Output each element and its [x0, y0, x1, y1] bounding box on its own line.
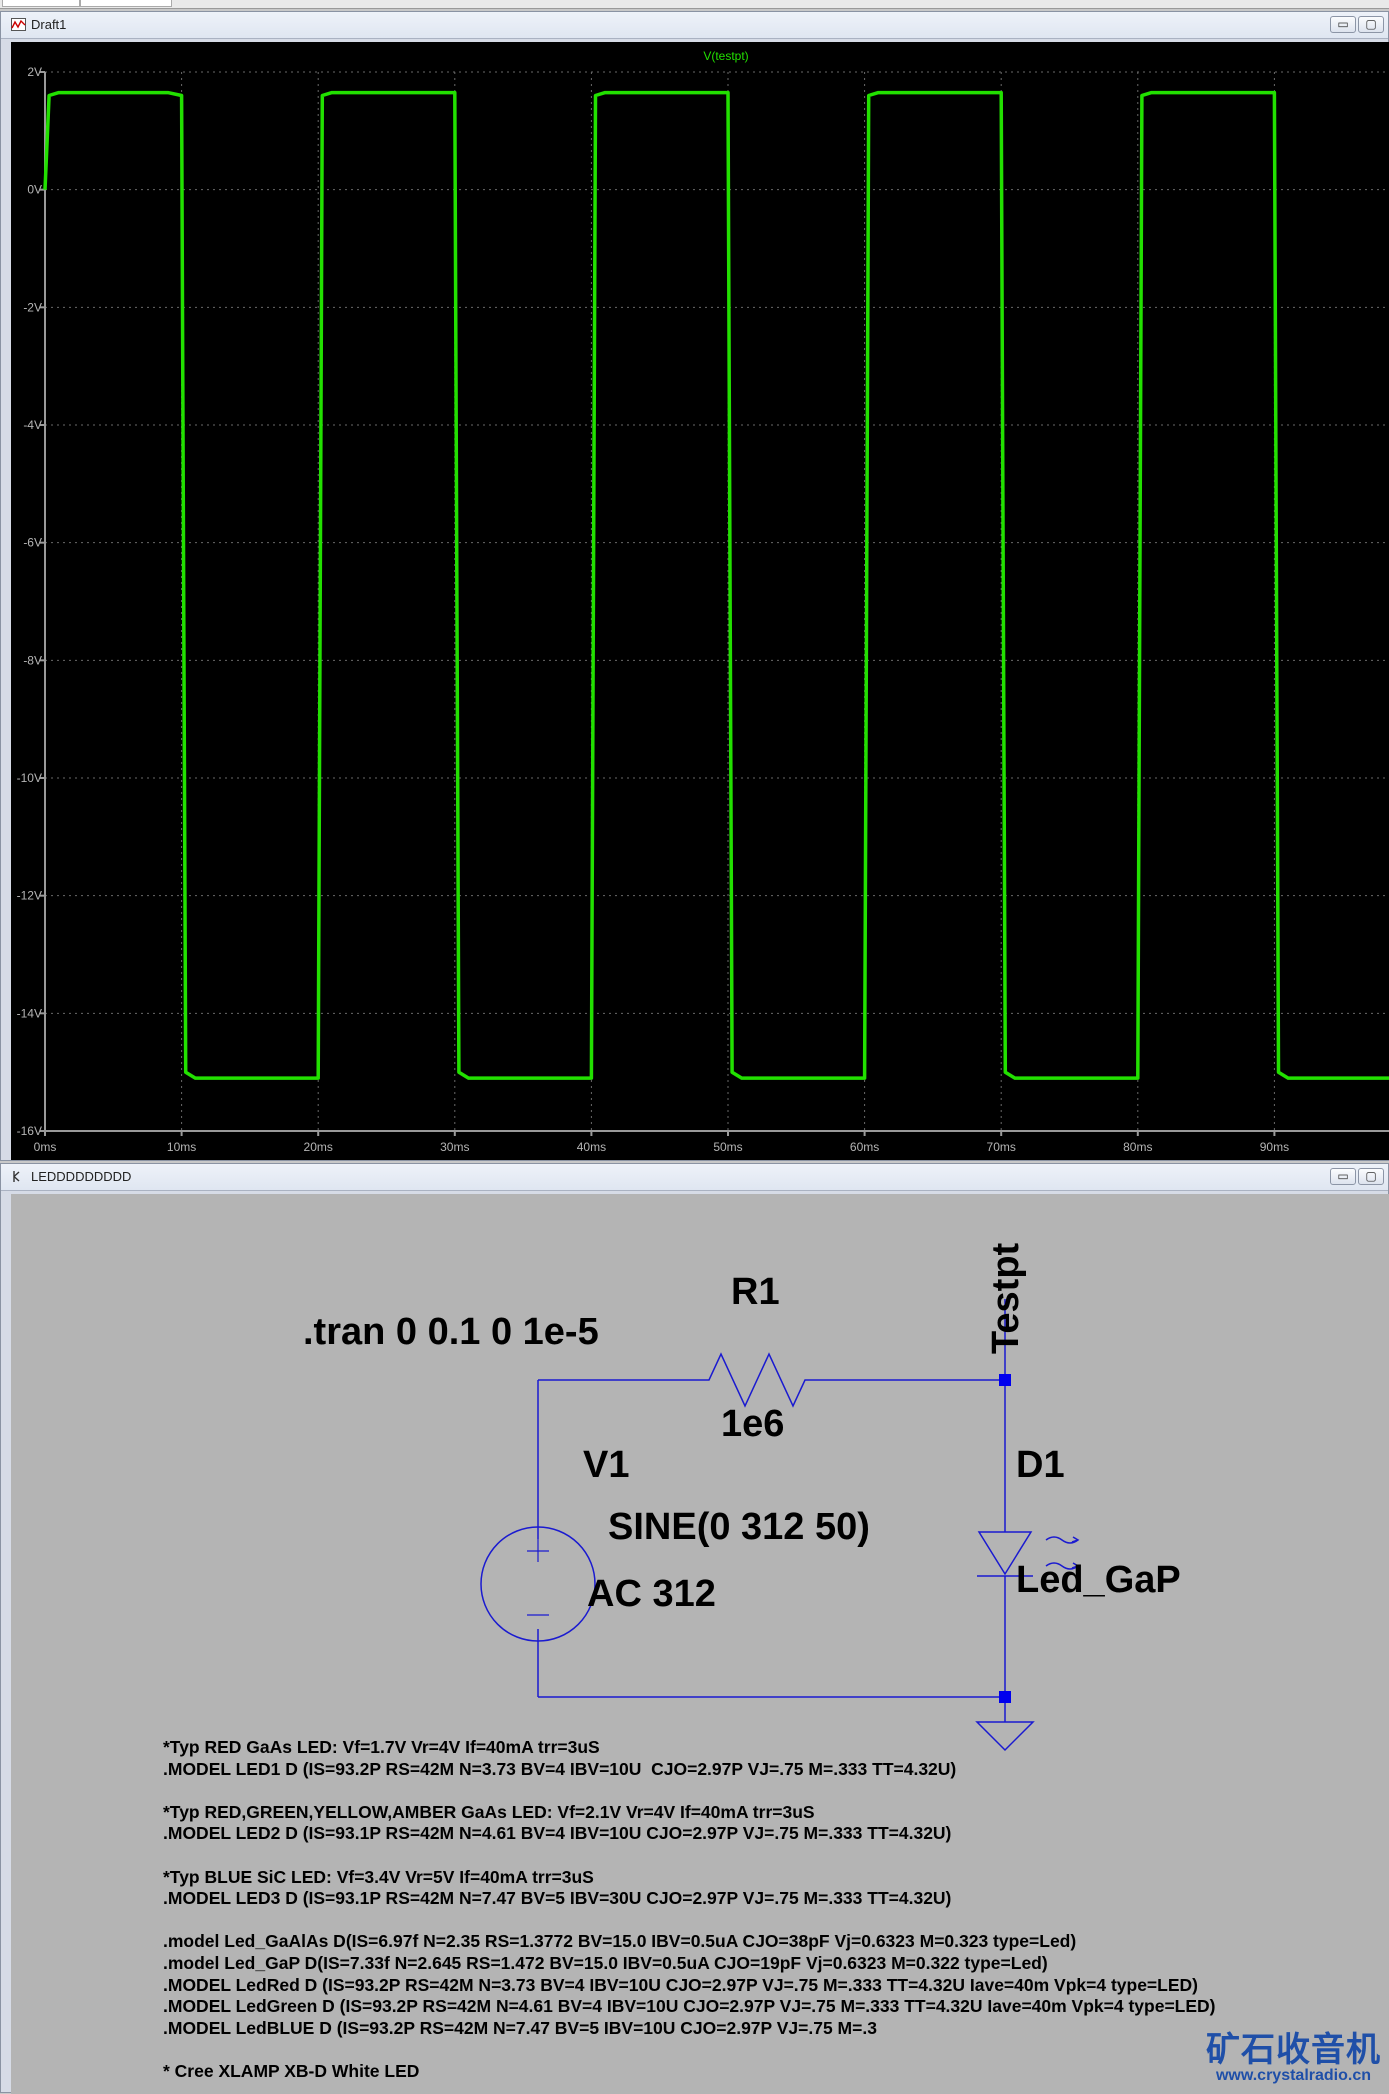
- y-tick-label: -12V: [17, 889, 42, 903]
- y-tick-label: -4V: [23, 418, 42, 432]
- v1-value-label[interactable]: SINE(0 312 50): [608, 1506, 870, 1548]
- spice-text-line: [163, 1780, 1216, 1802]
- spice-text-line: .MODEL LedRed D (IS=93.2P RS=42M N=3.73 …: [163, 1974, 1198, 1995]
- r1-name-label[interactable]: R1: [731, 1271, 780, 1313]
- spice-text-line: *Typ RED GaAs LED: Vf=1.7V Vr=4V If=40mA…: [163, 1737, 600, 1757]
- mdi-tab[interactable]: [80, 0, 172, 7]
- x-tick-label: 50ms: [713, 1140, 742, 1154]
- watermark-logo-text: 矿石收音机: [1206, 2031, 1381, 2069]
- net-node-ground[interactable]: [999, 1691, 1011, 1703]
- schematic-app-icon: [13, 1171, 20, 1182]
- y-tick-label: -8V: [23, 653, 42, 667]
- plot-background: [11, 42, 1389, 1160]
- x-tick-label: 0ms: [34, 1140, 57, 1154]
- top-tab-strip: [0, 0, 1389, 9]
- r1-value-label[interactable]: 1e6: [721, 1403, 784, 1445]
- y-tick-label: -2V: [23, 300, 42, 314]
- x-tick-label: 30ms: [440, 1140, 469, 1154]
- y-tick-label: -10V: [17, 771, 42, 785]
- x-tick-label: 80ms: [1123, 1140, 1152, 1154]
- spice-text-line: .MODEL LED3 D (IS=93.1P RS=42M N=7.47 BV…: [163, 1888, 952, 1909]
- x-tick-label: 60ms: [850, 1140, 879, 1154]
- x-tick-label: 20ms: [304, 1140, 333, 1154]
- waveform-plot[interactable]: 2V 0V -2V -4V -6V -8V -10V -12V -14V -16V 0ms 10ms…: [11, 42, 1389, 1160]
- d1-name-label[interactable]: D1: [1016, 1444, 1065, 1486]
- spice-text-line: .MODEL LED1 D (IS=93.2P RS=42M N=3.73 BV…: [163, 1758, 957, 1779]
- maximize-button[interactable]: ▢: [1358, 16, 1384, 33]
- spice-text-line: .MODEL LedGreen D (IS=93.2P RS=42M N=4.6…: [163, 1996, 1216, 2017]
- y-tick-label: -16V: [17, 1124, 42, 1138]
- schematic-window-title: LEDDDDDDDDD: [31, 1169, 132, 1184]
- maximize-button[interactable]: ▢: [1358, 1168, 1384, 1185]
- trace-label-testpt[interactable]: V(testpt): [703, 49, 748, 63]
- waveform-app-icon: [11, 18, 26, 31]
- waveform-window-title: Draft1: [31, 17, 67, 32]
- y-tick-label: 2V: [27, 65, 42, 79]
- site-watermark: 矿石收音机 www.crystalradio.cn: [1206, 2022, 1381, 2085]
- x-tick-label: 70ms: [987, 1140, 1016, 1154]
- x-tick-label: 90ms: [1260, 1140, 1289, 1154]
- spice-text-line: .MODEL LED2 D (IS=93.1P RS=42M N=4.61 BV…: [163, 1823, 952, 1844]
- waveform-window: Draft1 ▭ ▢ 2V 0V -2V -4V -6V -8V -10V -12V -14V -…: [0, 11, 1389, 1161]
- voltage-source-v1[interactable]: [480, 1526, 596, 1642]
- waveform-titlebar: Draft1 ▭ ▢: [1, 12, 1388, 39]
- spice-text-line: [163, 2039, 1216, 2061]
- d1-model-label[interactable]: Led_GaP: [1016, 1559, 1181, 1601]
- schematic-titlebar: LEDDDDDDDDD ▭ ▢: [1, 1164, 1388, 1191]
- spice-text-line: [163, 1910, 1216, 1932]
- tran-directive[interactable]: .tran 0 0.1 0 1e-5: [303, 1311, 599, 1353]
- spice-text-line: .MODEL LedBLUE D (IS=93.2P RS=42M N=7.47…: [163, 2017, 877, 2038]
- x-tick-label: 10ms: [167, 1140, 196, 1154]
- net-node-testpt[interactable]: [999, 1374, 1011, 1386]
- y-tick-label: -14V: [17, 1006, 42, 1020]
- x-tick-label: 40ms: [577, 1140, 606, 1154]
- watermark-url: www.crystalradio.cn: [1215, 2067, 1371, 2084]
- v1-ac-label[interactable]: AC 312: [587, 1573, 716, 1615]
- spice-model-text[interactable]: *Typ RED GaAs LED: Vf=1.7V Vr=4V If=40mA…: [163, 1737, 1216, 2083]
- spice-text-line: .model Led_GaP D(IS=7.33f N=2.645 RS=1.4…: [163, 1952, 1048, 1973]
- spice-text-line: * Cree XLAMP XB-D White LED: [163, 2060, 420, 2081]
- net-label-testpt[interactable]: Testpt: [985, 1242, 1027, 1354]
- spice-text-line: *Typ BLUE SiC LED: Vf=3.4V Vr=5V If=40mA…: [163, 1866, 594, 1887]
- spice-text-line: *Typ RED,GREEN,YELLOW,AMBER GaAs LED: Vf…: [163, 1801, 815, 1822]
- y-tick-label: -6V: [23, 536, 42, 550]
- minimize-button[interactable]: ▭: [1330, 1168, 1356, 1185]
- spice-text-line: .model Led_GaAlAs D(IS=6.97f N=2.35 RS=1…: [163, 1931, 1077, 1952]
- spice-text-line: [163, 1845, 1216, 1867]
- y-tick-label: 0V: [27, 183, 42, 197]
- minimize-button[interactable]: ▭: [1330, 16, 1356, 33]
- v1-name-label[interactable]: V1: [583, 1444, 629, 1486]
- mdi-tab[interactable]: [2, 0, 80, 7]
- resistor-r1[interactable]: [699, 1352, 815, 1408]
